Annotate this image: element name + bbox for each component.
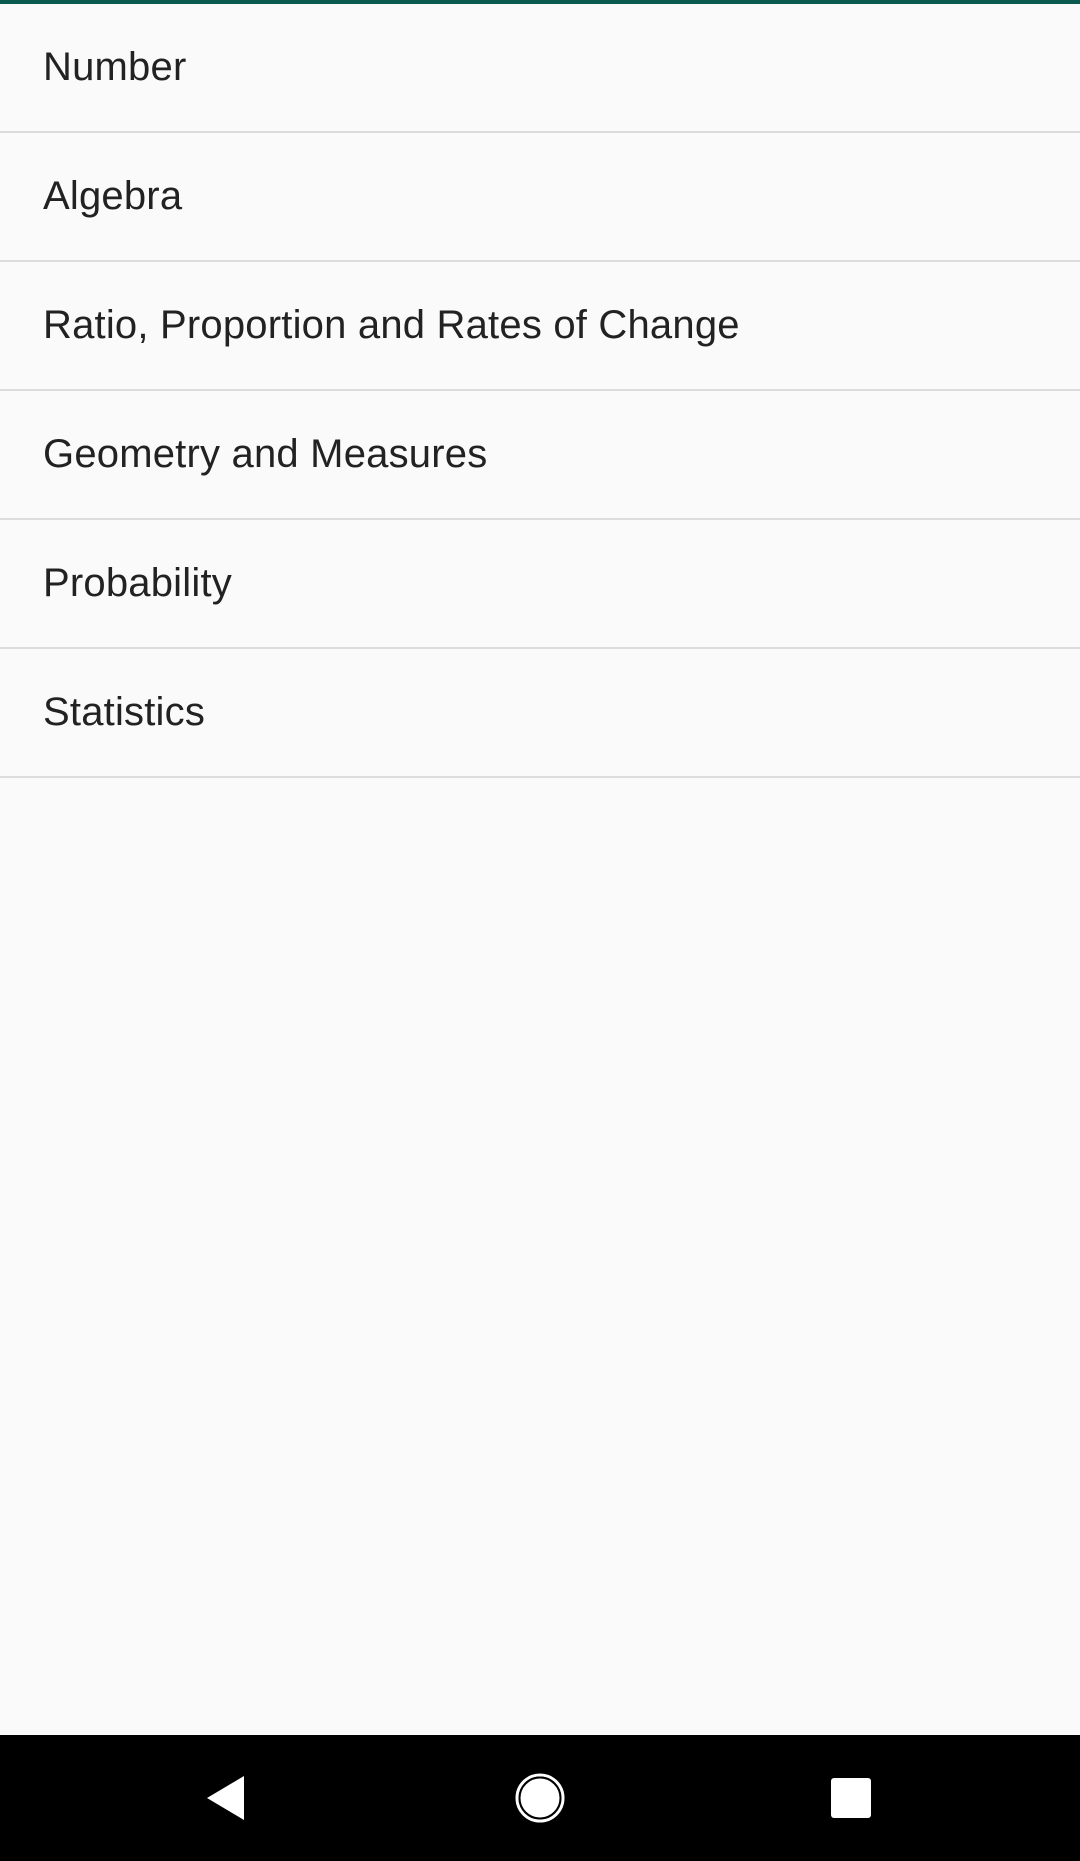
list-item-statistics[interactable]: Statistics: [0, 649, 1080, 778]
list-item-label: Geometry and Measures: [43, 432, 488, 476]
list-item-number[interactable]: Number: [0, 4, 1080, 133]
back-button[interactable]: [146, 1735, 306, 1861]
list-item-probability[interactable]: Probability: [0, 520, 1080, 649]
list-item-label: Probability: [43, 561, 232, 605]
back-triangle-icon: [207, 1776, 244, 1820]
list-item-label: Number: [43, 45, 187, 89]
list-item-label: Ratio, Proportion and Rates of Change: [43, 303, 740, 347]
recents-button[interactable]: [771, 1735, 931, 1861]
system-navigation-bar: [0, 1735, 1080, 1861]
list-item-geometry-measures[interactable]: Geometry and Measures: [0, 391, 1080, 520]
list-item-label: Algebra: [43, 174, 183, 218]
home-button[interactable]: [460, 1735, 620, 1861]
topic-list: Number Algebra Ratio, Proportion and Rat…: [0, 4, 1080, 778]
app-screen: Number Algebra Ratio, Proportion and Rat…: [0, 0, 1080, 1861]
list-item-algebra[interactable]: Algebra: [0, 133, 1080, 262]
home-circle-icon: [515, 1773, 565, 1823]
recents-square-icon: [831, 1778, 871, 1818]
list-item-ratio-proportion[interactable]: Ratio, Proportion and Rates of Change: [0, 262, 1080, 391]
list-item-label: Statistics: [43, 690, 206, 734]
